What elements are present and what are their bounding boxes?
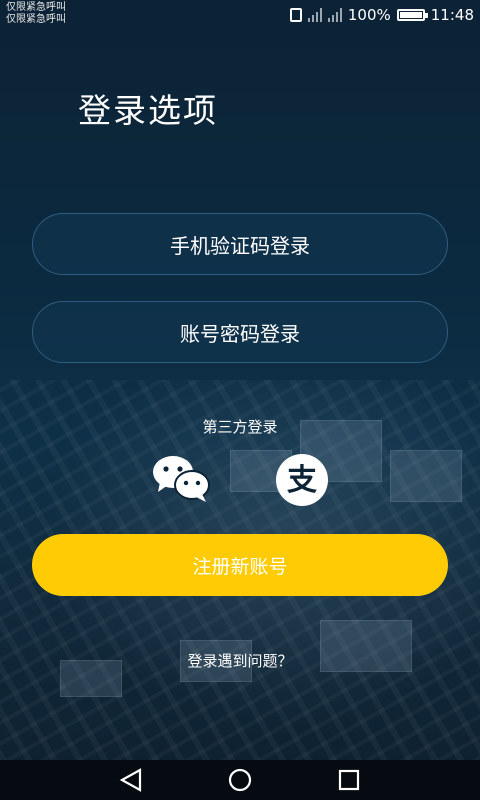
vibrate-icon	[289, 8, 302, 22]
status-bar: 仅限紧急呼叫 仅限紧急呼叫 100% 11:48	[0, 0, 480, 30]
page-title: 登录选项	[78, 91, 218, 130]
navigation-bar	[0, 760, 480, 800]
signal-icon	[307, 8, 322, 22]
phone-login-label: 手机验证码登录	[170, 233, 310, 258]
status-icons: 100% 11:48	[289, 5, 474, 25]
emergency-line-2: 仅限紧急呼叫	[6, 14, 66, 25]
emergency-line-1: 仅限紧急呼叫	[6, 2, 66, 13]
account-login-button[interactable]: 账号密码登录	[32, 301, 448, 363]
phone-login-button[interactable]: 手机验证码登录	[32, 213, 448, 275]
wechat-icon[interactable]	[152, 454, 210, 502]
login-help-link[interactable]: 登录遇到问题？	[0, 650, 480, 671]
home-icon[interactable]	[227, 768, 253, 792]
account-login-label: 账号密码登录	[180, 321, 300, 346]
battery-icon	[396, 9, 428, 21]
back-icon[interactable]	[118, 768, 144, 792]
emergency-text: 仅限紧急呼叫 仅限紧急呼叫	[6, 2, 66, 26]
alipay-icon[interactable]: 支	[276, 454, 328, 506]
signal-icon	[327, 8, 342, 22]
third-party-label: 第三方登录	[202, 418, 278, 436]
register-button[interactable]: 注册新账号	[32, 534, 448, 596]
clock: 11:48	[430, 6, 474, 24]
register-label: 注册新账号	[192, 555, 288, 578]
svg-text:支: 支	[287, 463, 317, 498]
battery-percent: 100%	[347, 6, 391, 24]
recents-icon[interactable]	[336, 768, 362, 792]
